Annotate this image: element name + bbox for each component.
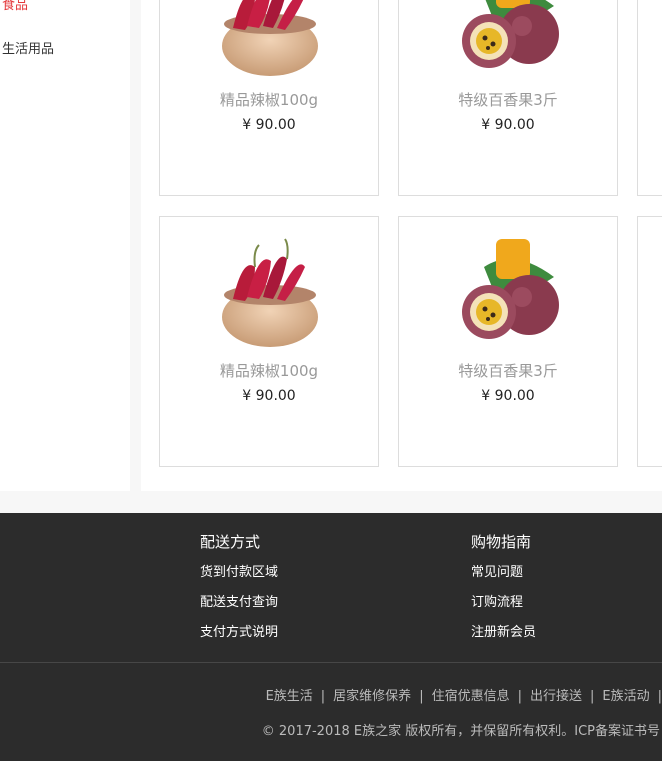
product-card-partial[interactable] bbox=[637, 216, 662, 467]
product-name: 精品辣椒100g bbox=[219, 362, 319, 380]
product-price: ¥ 90.00 bbox=[481, 388, 535, 404]
link-separator: | bbox=[657, 689, 662, 704]
footer-link[interactable]: 订购流程 bbox=[471, 595, 536, 611]
content-area: 食品 生活用品 精品辣椒100g ¥ 90.00 特级百香果3斤 ¥ 90.00… bbox=[0, 0, 662, 513]
category-sidebar: 食品 生活用品 bbox=[0, 0, 130, 491]
product-card[interactable]: 特级百香果3斤 ¥ 90.00 bbox=[398, 0, 618, 196]
copyright-text: © 2017-2018 E族之家 版权所有，并保留所有权利。ICP备案证书号 bbox=[261, 724, 660, 739]
site-footer: 配送方式 货到付款区域 配送支付查询 支付方式说明 购物指南 常见问题 订购流程… bbox=[0, 513, 662, 761]
link-separator: | bbox=[517, 689, 522, 704]
footer-link[interactable]: 注册新会员 bbox=[471, 625, 536, 641]
passion-fruit-image bbox=[462, 239, 559, 339]
footer-column-delivery: 配送方式 货到付款区域 配送支付查询 支付方式说明 bbox=[200, 533, 278, 655]
category-item-food[interactable]: 食品 bbox=[2, 0, 28, 14]
link-separator: | bbox=[590, 689, 595, 704]
footer-divider bbox=[0, 662, 662, 663]
category-item-daily-goods[interactable]: 生活用品 bbox=[2, 42, 54, 58]
footer-column-title: 购物指南 bbox=[471, 533, 532, 551]
product-name: 特级百香果3斤 bbox=[458, 91, 558, 109]
footer-column-title: 配送方式 bbox=[200, 533, 261, 551]
bottom-link[interactable]: 居家维修保养 bbox=[333, 689, 411, 704]
product-card[interactable]: 精品辣椒100g ¥ 90.00 bbox=[159, 0, 379, 196]
passion-fruit-image bbox=[462, 0, 559, 68]
footer-link[interactable]: 配送支付查询 bbox=[200, 595, 278, 611]
product-grid: 精品辣椒100g ¥ 90.00 特级百香果3斤 ¥ 90.00 精品辣椒100… bbox=[141, 0, 662, 491]
bottom-link[interactable]: 住宿优惠信息 bbox=[432, 689, 510, 704]
product-price: ¥ 90.00 bbox=[242, 117, 296, 133]
footer-bottom-links: E族生活 | 居家维修保养 | 住宿优惠信息 | 出行接送 | E族活动 | bbox=[266, 689, 662, 705]
footer-link[interactable]: 常见问题 bbox=[471, 565, 536, 581]
product-name: 精品辣椒100g bbox=[219, 91, 319, 109]
product-price: ¥ 90.00 bbox=[481, 117, 535, 133]
bottom-link[interactable]: E族生活 bbox=[266, 689, 313, 704]
bottom-link[interactable]: E族活动 bbox=[602, 689, 649, 704]
chili-bowl-image bbox=[222, 238, 318, 347]
footer-column-shopping-guide: 购物指南 常见问题 订购流程 注册新会员 bbox=[471, 533, 536, 655]
product-price: ¥ 90.00 bbox=[242, 388, 296, 404]
footer-link[interactable]: 货到付款区域 bbox=[200, 565, 278, 581]
chili-bowl-image bbox=[222, 0, 318, 76]
link-separator: | bbox=[320, 689, 326, 704]
bottom-link[interactable]: 出行接送 bbox=[530, 689, 582, 704]
footer-link[interactable]: 支付方式说明 bbox=[200, 625, 278, 641]
product-card[interactable]: 精品辣椒100g ¥ 90.00 bbox=[159, 216, 379, 467]
link-separator: | bbox=[419, 689, 424, 704]
product-name: 特级百香果3斤 bbox=[458, 362, 558, 380]
product-card[interactable]: 特级百香果3斤 ¥ 90.00 bbox=[398, 216, 618, 467]
product-card-partial[interactable] bbox=[637, 0, 662, 196]
